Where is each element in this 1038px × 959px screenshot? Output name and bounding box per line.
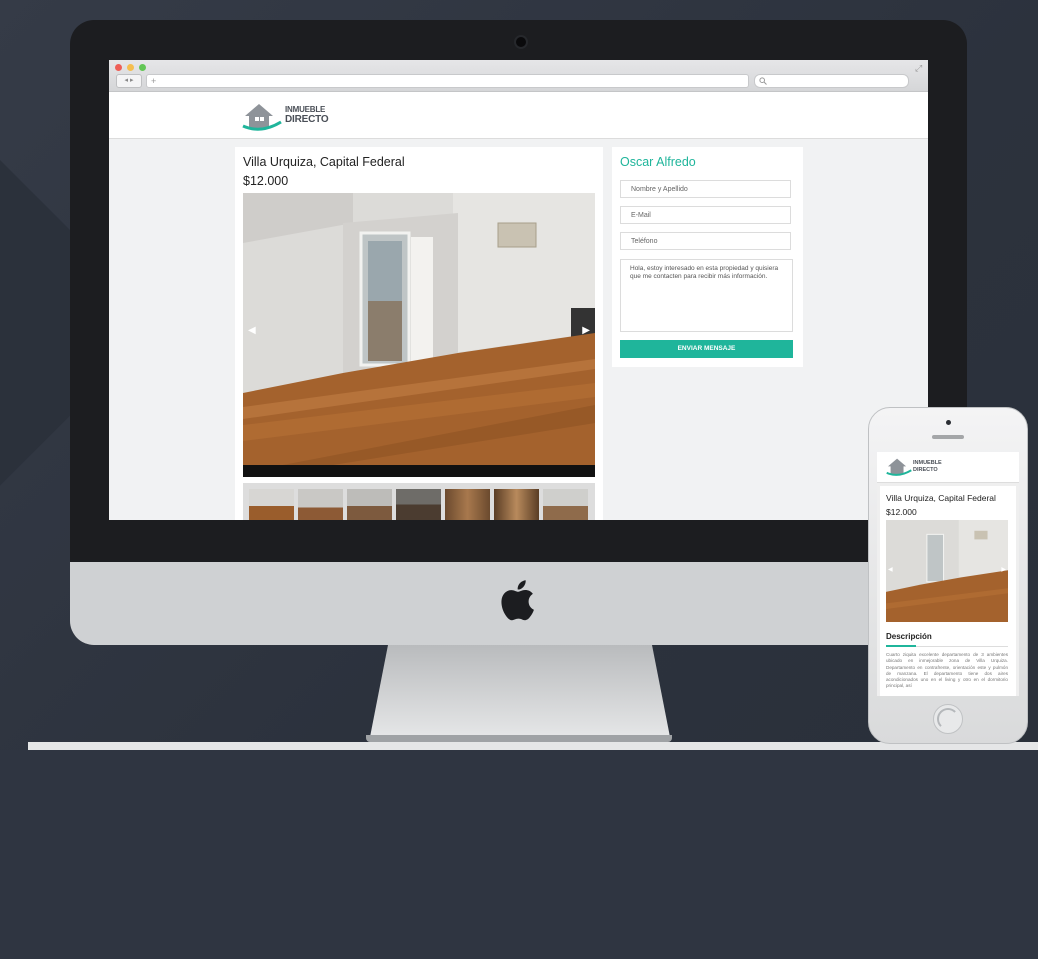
thumbnail[interactable]	[396, 489, 441, 520]
description-accent	[886, 645, 916, 647]
site-header: INMUEBLE DIRECTO	[109, 92, 928, 139]
mobile-listing-title: Villa Urquiza, Capital Federal	[886, 493, 996, 503]
logo-text-line2: DIRECTO	[285, 114, 329, 125]
thumbnail[interactable]	[347, 489, 392, 520]
close-window-button[interactable]	[115, 64, 122, 71]
phone-home-button[interactable]	[933, 704, 963, 734]
browser-search-input[interactable]	[754, 74, 909, 88]
house-logo-icon	[886, 458, 912, 476]
desktop-browser-screen: ◂ ▸ + ⤢ INMUEBLE DIRECTO Villa Urquiza, …	[109, 60, 928, 520]
mobile-listing-price: $12.000	[886, 507, 917, 517]
phone-camera	[946, 420, 951, 425]
mobile-prev-arrow-icon[interactable]: ◀	[888, 566, 893, 573]
description-heading: Descripción	[886, 632, 932, 641]
minimize-window-button[interactable]	[127, 64, 134, 71]
phone-field[interactable]: Teléfono	[620, 232, 791, 250]
listing-card: Villa Urquiza, Capital Federal $12.000 ◀…	[235, 147, 603, 520]
mobile-room-photo	[886, 520, 1008, 622]
address-bar[interactable]: +	[146, 74, 749, 88]
room-photo	[243, 193, 595, 477]
listing-title: Villa Urquiza, Capital Federal	[243, 155, 405, 169]
mobile-listing-card: Villa Urquiza, Capital Federal $12.000 ◀…	[880, 486, 1016, 696]
photo-thumbnails	[243, 483, 595, 520]
apple-icon	[501, 580, 534, 621]
logo-text: INMUEBLE DIRECTO	[285, 105, 329, 125]
listing-price: $12.000	[243, 174, 289, 188]
mobile-next-arrow-icon[interactable]: ▶	[1001, 566, 1006, 573]
phone-speaker	[932, 435, 964, 439]
thumbnail[interactable]	[249, 489, 294, 520]
house-logo-icon	[242, 104, 282, 131]
loading-spinner-icon	[937, 708, 959, 730]
next-photo-arrow-icon[interactable]: ▶	[582, 325, 590, 336]
imac-stand	[370, 645, 670, 737]
fullscreen-icon[interactable]: ⤢	[915, 63, 922, 74]
mobile-browser-screen: INMUEBLE DIRECTO Villa Urquiza, Capital …	[877, 452, 1019, 696]
back-forward-buttons[interactable]: ◂ ▸	[116, 74, 142, 88]
imac-stand-foot	[366, 735, 672, 742]
maximize-window-button[interactable]	[139, 64, 146, 71]
browser-toolbar: ◂ ▸ + ⤢	[109, 60, 928, 92]
agent-name: Oscar Alfredo	[620, 155, 696, 169]
mobile-logo-text: INMUEBLE DIRECTO	[913, 460, 942, 473]
email-field[interactable]: E-Mail	[620, 206, 791, 224]
iphone-frame: INMUEBLE DIRECTO Villa Urquiza, Capital …	[868, 407, 1028, 744]
mobile-listing-photo[interactable]: ◀ ▶	[886, 520, 1008, 622]
mobile-logo-line1: INMUEBLE	[913, 460, 942, 466]
search-icon	[759, 77, 767, 85]
contact-form-card: Oscar Alfredo Nombre y Apellido E-Mail T…	[612, 147, 803, 367]
description-text: Cuarto ziquita excelente departamento de…	[886, 652, 1008, 689]
name-field[interactable]: Nombre y Apellido	[620, 180, 791, 198]
thumbnail[interactable]	[494, 489, 539, 520]
send-message-button[interactable]: ENVIAR MENSAJE	[620, 340, 793, 358]
thumbnail[interactable]	[543, 489, 588, 520]
prev-photo-arrow-icon[interactable]: ◀	[248, 325, 256, 336]
mobile-logo-line2: DIRECTO	[913, 466, 938, 473]
thumbnail[interactable]	[445, 489, 490, 520]
mobile-site-header: INMUEBLE DIRECTO	[877, 452, 1019, 483]
listing-main-photo[interactable]: ◀ ▶	[243, 193, 595, 477]
message-textarea[interactable]: Hola, estoy interesado en esta propiedad…	[620, 259, 793, 332]
thumbnail[interactable]	[298, 489, 343, 520]
imac-camera	[514, 35, 528, 49]
